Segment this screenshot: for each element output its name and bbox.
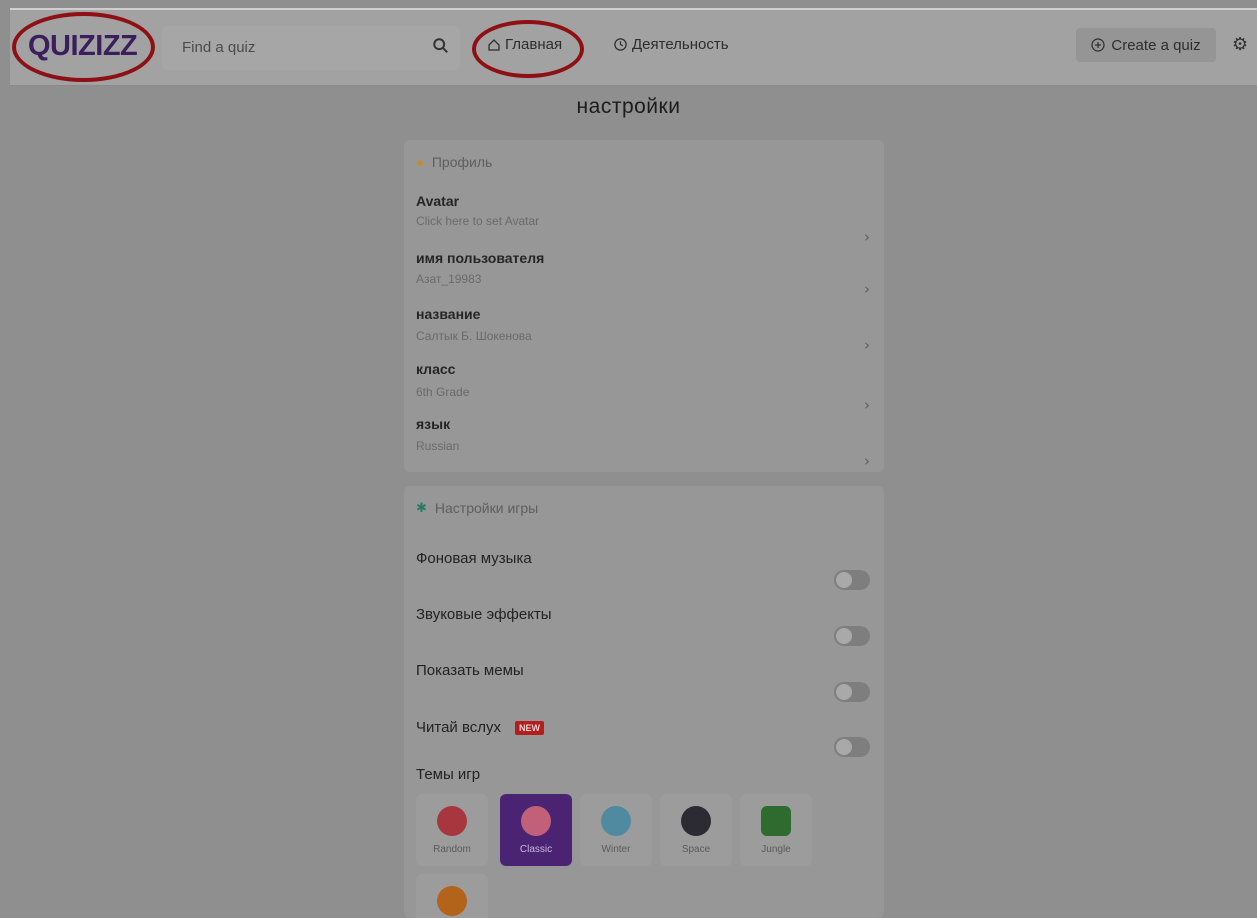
setting-background-music-label: Фоновая музыка — [416, 550, 532, 567]
theme-label: Classic — [519, 844, 553, 855]
chevron-right-icon: › — [864, 280, 870, 298]
setting-label-text: Показать мемы — [416, 662, 524, 679]
theme-space[interactable]: Space — [660, 794, 732, 866]
background-music-toggle[interactable] — [834, 570, 870, 590]
game-settings-card: ✱ Настройки игры Фоновая музыка Звуковые… — [404, 486, 884, 918]
create-quiz-button[interactable]: Create a quiz — [1076, 28, 1216, 62]
top-navigation-bar: QUIZIZZ Главная Деятельность Create a qu… — [10, 8, 1257, 86]
plus-circle-icon — [1091, 38, 1105, 52]
gear-icon[interactable]: ⚙ — [1232, 34, 1248, 55]
setting-label-text: Темы игр — [416, 766, 481, 783]
setting-read-aloud-label: Читай вслух NEW — [416, 719, 545, 736]
profile-header-label: Профиль — [431, 154, 493, 170]
theme-label: Jungle — [761, 844, 791, 855]
setting-label-text: Читай вслух — [416, 719, 502, 736]
pumpkin-icon — [437, 886, 467, 916]
theme-classic[interactable]: Classic — [500, 794, 572, 866]
profile-row-value: 6th Grade — [416, 385, 470, 399]
chevron-right-icon: › — [864, 452, 870, 470]
theme-jungle[interactable]: Jungle — [740, 794, 812, 866]
setting-sound-effects-label: Звуковые эффекты — [416, 606, 552, 623]
trees-icon — [761, 806, 791, 836]
read-aloud-toggle[interactable] — [834, 737, 870, 757]
setting-label-text: Звуковые эффекты — [416, 606, 552, 623]
history-icon — [614, 38, 627, 51]
profile-row-value: Азат_19983 — [416, 272, 482, 286]
nav-activity-label: Деятельность — [632, 36, 729, 53]
profile-row-value: Russian — [416, 439, 460, 453]
profile-card: ● Профиль Avatar Click here to set Avata… — [404, 140, 884, 472]
setting-show-memes-label: Показать мемы — [416, 662, 524, 679]
search-box — [162, 26, 460, 70]
gamepad-icon: ✱ — [416, 500, 427, 515]
game-settings-header-label: Настройки игры — [434, 500, 539, 516]
search-icon[interactable] — [432, 37, 450, 55]
search-input[interactable] — [182, 36, 412, 58]
profile-header: ● Профиль — [416, 154, 492, 170]
theme-label: Winter — [601, 844, 631, 855]
profile-row-value: Click here to set Avatar — [416, 214, 540, 228]
show-memes-toggle[interactable] — [834, 682, 870, 702]
user-icon: ● — [416, 154, 424, 170]
chevron-right-icon: › — [864, 396, 870, 414]
annotation-circle-home — [472, 20, 584, 78]
setting-label-text: Фоновая музыка — [416, 550, 532, 567]
balloons-icon — [521, 806, 551, 836]
profile-row-label: название — [416, 306, 481, 322]
page-title: настройки — [576, 95, 681, 118]
theme-random[interactable]: Random — [416, 794, 488, 866]
chevron-right-icon: › — [864, 228, 870, 246]
theme-halloween[interactable] — [416, 874, 488, 918]
moon-icon — [681, 806, 711, 836]
nav-activity[interactable]: Деятельность — [613, 36, 729, 53]
game-themes-label: Темы игр — [416, 766, 480, 783]
monster-icon — [437, 806, 467, 836]
profile-row-label: язык — [416, 416, 451, 432]
theme-winter[interactable]: Winter — [580, 794, 652, 866]
snowglobe-icon — [601, 806, 631, 836]
theme-label: Random — [433, 844, 471, 855]
profile-row-label: Avatar — [416, 193, 460, 209]
chevron-right-icon: › — [864, 336, 870, 354]
sound-effects-toggle[interactable] — [834, 626, 870, 646]
profile-row-label: имя пользователя — [416, 250, 545, 266]
new-badge: NEW — [515, 720, 545, 735]
annotation-circle-logo — [12, 12, 155, 82]
create-quiz-label: Create a quiz — [1111, 36, 1201, 54]
game-settings-header: ✱ Настройки игры — [416, 500, 538, 516]
profile-row-label: класс — [416, 361, 456, 377]
profile-row-value: Салтык Б. Шокенова — [416, 329, 532, 343]
theme-label: Space — [681, 844, 711, 855]
